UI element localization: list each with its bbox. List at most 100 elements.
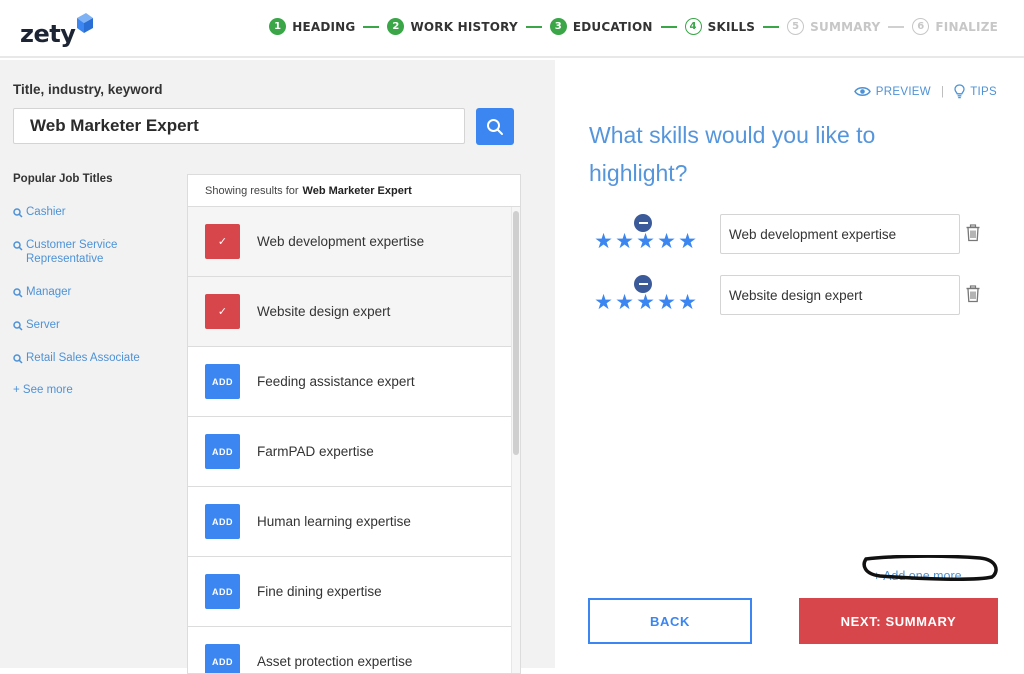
star-icon[interactable]: ★ (593, 292, 614, 314)
see-more-link[interactable]: + See more (13, 384, 173, 396)
search-icon (13, 354, 23, 364)
scribble-annotation (862, 555, 998, 581)
results-prefix: Showing results for (205, 184, 299, 197)
back-button[interactable]: BACK (588, 598, 752, 644)
result-row[interactable]: ADD Human learning expertise (188, 487, 513, 557)
step-skills[interactable]: 4 SKILLS (684, 18, 756, 35)
zety-logo[interactable]: zety (20, 12, 95, 48)
remove-skill-button[interactable]: ✓ (205, 224, 240, 259)
popular-title-customer-service[interactable]: Customer Service Representative (13, 238, 173, 266)
step-number: 3 (549, 18, 567, 35)
skills-editor-panel: PREVIEW | TIPS What skills would you lik… (555, 60, 1024, 668)
popular-title-label: Cashier (26, 206, 66, 218)
progress-steps: 1 HEADING 2 WORK HISTORY 3 EDUCATION 4 S… (269, 18, 998, 35)
step-label: SKILLS (707, 19, 756, 34)
search-icon (13, 321, 23, 331)
popular-title-retail-sales[interactable]: Retail Sales Associate (13, 351, 173, 365)
lightbulb-icon (954, 84, 965, 99)
popular-job-titles-list: Cashier Customer Service Representative … (13, 205, 173, 396)
preview-link[interactable]: PREVIEW (853, 85, 931, 98)
step-heading[interactable]: 1 HEADING (269, 18, 355, 35)
result-label: Website design expert (257, 304, 391, 319)
star-icon[interactable]: ★ (677, 231, 698, 253)
add-skill-button[interactable]: ADD (205, 504, 240, 539)
step-number: 2 (387, 18, 405, 35)
result-row[interactable]: ADD Feeding assistance expert (188, 347, 513, 417)
star-icon[interactable]: ★ (593, 231, 614, 253)
check-icon: ✓ (217, 236, 228, 248)
star-icon[interactable]: ★ (635, 231, 656, 253)
logo-cube-icon (77, 13, 94, 33)
next-summary-button[interactable]: NEXT: SUMMARY (799, 598, 998, 644)
star-icon[interactable]: ★ (614, 292, 635, 314)
toolbar-separator: | (940, 85, 945, 98)
star-icon[interactable]: ★ (656, 231, 677, 253)
step-connector (525, 25, 542, 28)
result-label: Web development expertise (257, 234, 425, 249)
results-header: Showing results for Web Marketer Expert (188, 175, 520, 207)
add-skill-button[interactable]: ADD (205, 574, 240, 609)
skill-input[interactable]: Website design expert (720, 275, 960, 315)
skill-entry: ★ ★ ★ ★ ★ Web development expertise (593, 214, 1013, 260)
skill-search-panel: Title, industry, keyword Web Marketer Ex… (0, 60, 555, 674)
step-label: SUMMARY (810, 19, 881, 34)
popular-title-label: Server (26, 319, 60, 331)
search-input[interactable]: Web Marketer Expert (13, 108, 465, 144)
star-icon[interactable]: ★ (677, 292, 698, 314)
popular-title-label: Retail Sales Associate (26, 352, 140, 364)
eye-icon (853, 87, 871, 96)
popular-title-label: Customer Service Representative (26, 239, 118, 265)
skill-rating[interactable]: ★ ★ ★ ★ ★ (593, 214, 703, 260)
results-list: Showing results for Web Marketer Expert … (187, 174, 521, 674)
result-label: Asset protection expertise (257, 654, 413, 669)
page-title: What skills would you like to highlight? (589, 122, 876, 186)
add-skill-button[interactable]: ADD (205, 644, 240, 673)
step-number: 6 (912, 18, 930, 35)
step-number: 5 (787, 18, 805, 35)
popular-title-server[interactable]: Server (13, 318, 173, 332)
trash-icon[interactable] (965, 224, 981, 242)
step-finalize: 6 FINALIZE (912, 18, 998, 35)
logo-text: zety (20, 20, 76, 48)
popular-title-cashier[interactable]: Cashier (13, 205, 173, 219)
result-row[interactable]: ✓ Web development expertise (188, 207, 513, 277)
star-icon[interactable]: ★ (635, 292, 656, 314)
step-work-history[interactable]: 2 WORK HISTORY (387, 18, 518, 35)
step-label: EDUCATION (572, 19, 653, 34)
trash-icon[interactable] (965, 285, 981, 303)
add-skill-button[interactable]: ADD (205, 434, 240, 469)
step-summary: 5 SUMMARY (787, 18, 880, 35)
result-label: Human learning expertise (257, 514, 411, 529)
popular-job-titles-heading: Popular Job Titles (13, 173, 113, 185)
search-button[interactable] (476, 108, 514, 145)
popular-title-manager[interactable]: Manager (13, 285, 173, 299)
skill-input[interactable]: Web development expertise (720, 214, 960, 254)
tips-label: TIPS (970, 85, 997, 98)
search-icon (13, 288, 23, 298)
result-row[interactable]: ✓ Website design expert (188, 277, 513, 347)
search-label: Title, industry, keyword (13, 82, 163, 97)
step-label: FINALIZE (935, 19, 998, 34)
add-skill-button[interactable]: ADD (205, 364, 240, 399)
rating-stars[interactable]: ★ ★ ★ ★ ★ (593, 292, 698, 314)
skill-rating[interactable]: ★ ★ ★ ★ ★ (593, 275, 703, 321)
search-icon (13, 208, 23, 218)
result-row[interactable]: ADD Fine dining expertise (188, 557, 513, 627)
preview-label: PREVIEW (875, 85, 931, 98)
star-icon[interactable]: ★ (614, 231, 635, 253)
preview-tips-toolbar: PREVIEW | TIPS (853, 84, 997, 99)
step-label: WORK HISTORY (410, 19, 518, 34)
step-number: 1 (269, 18, 287, 35)
result-row[interactable]: ADD Asset protection expertise (188, 627, 513, 673)
star-icon[interactable]: ★ (656, 292, 677, 314)
tips-link[interactable]: TIPS (954, 84, 997, 99)
result-label: Fine dining expertise (257, 584, 382, 599)
remove-skill-button[interactable]: ✓ (205, 294, 240, 329)
result-row[interactable]: ADD FarmPAD expertise (188, 417, 513, 487)
result-label: FarmPAD expertise (257, 444, 374, 459)
results-scrollbar[interactable] (511, 207, 520, 673)
rating-stars[interactable]: ★ ★ ★ ★ ★ (593, 231, 698, 253)
step-education[interactable]: 3 EDUCATION (549, 18, 653, 35)
search-icon (13, 241, 23, 251)
scrollbar-thumb[interactable] (513, 211, 519, 455)
